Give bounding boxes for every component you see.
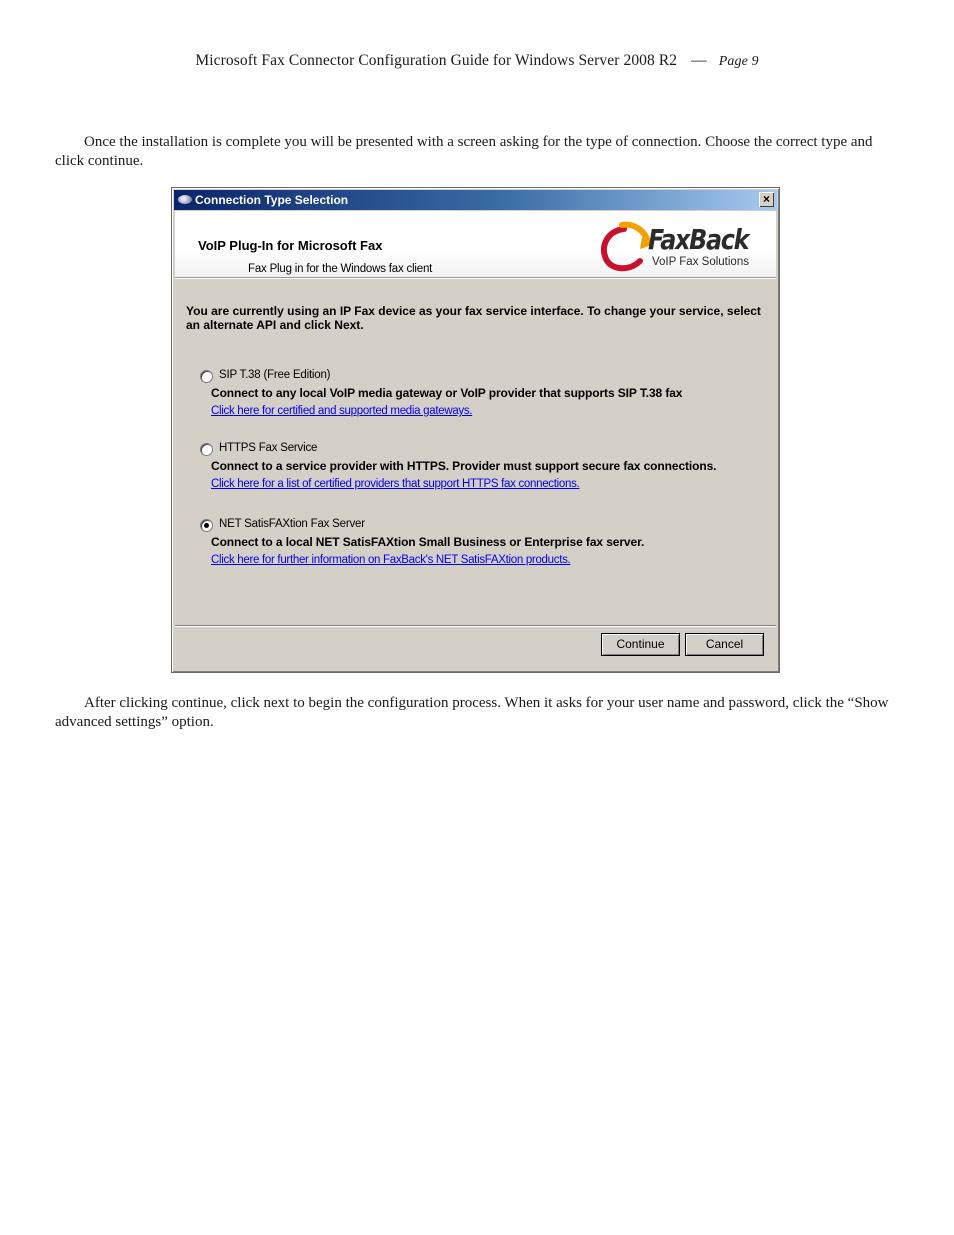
- option-description: Connect to any local VoIP media gateway …: [211, 386, 683, 400]
- document-title: Microsoft Fax Connector Configuration Gu…: [195, 52, 678, 69]
- option-label[interactable]: NET SatisFAXtion Fax Server: [219, 518, 365, 530]
- radio-sip-t38[interactable]: [200, 370, 213, 383]
- banner-title: VoIP Plug-In for Microsoft Fax: [198, 238, 383, 253]
- banner-subtitle: Fax Plug in for the Windows fax client: [248, 263, 433, 275]
- page-number: Page 9: [718, 54, 759, 69]
- radio-https-fax[interactable]: [200, 443, 213, 456]
- close-icon[interactable]: ×: [759, 192, 774, 207]
- option-description: Connect to a local NET SatisFAXtion Smal…: [211, 535, 645, 549]
- faxback-logo: FaxBack VoIP Fax Solutions: [596, 221, 756, 275]
- option-link[interactable]: Click here for further information on Fa…: [211, 554, 571, 566]
- page-header: Microsoft Fax Connector Configuration Gu…: [0, 52, 954, 70]
- dialog-banner: VoIP Plug-In for Microsoft Fax Fax Plug …: [175, 211, 776, 278]
- cancel-button[interactable]: Cancel: [685, 633, 764, 656]
- after-paragraph: After clicking continue, click next to b…: [55, 695, 889, 730]
- radio-net-satisfaxtion[interactable]: [200, 519, 213, 532]
- logo-swoosh-icon: [601, 221, 652, 272]
- header-dash: —: [691, 52, 707, 69]
- logo-tagline: VoIP Fax Solutions: [652, 256, 749, 268]
- option-label[interactable]: SIP T.38 (Free Edition): [219, 369, 331, 381]
- intro-paragraph: Once the installation is complete you wi…: [55, 134, 873, 169]
- app-icon: [178, 195, 192, 204]
- dialog-titlebar: Connection Type Selection ×: [174, 190, 777, 210]
- option-description: Connect to a service provider with HTTPS…: [211, 459, 717, 473]
- logo-brand: FaxBack: [648, 223, 749, 256]
- footer-divider: [175, 625, 776, 627]
- dialog-intro-text: You are currently using an IP Fax device…: [186, 304, 761, 332]
- option-link[interactable]: Click here for a list of certified provi…: [211, 478, 580, 490]
- dialog-title: Connection Type Selection: [195, 193, 349, 207]
- connection-type-dialog-screenshot: Connection Type Selection × VoIP Plug-In…: [171, 187, 780, 673]
- option-label[interactable]: HTTPS Fax Service: [219, 442, 317, 454]
- option-link[interactable]: Click here for certified and supported m…: [211, 405, 473, 417]
- continue-button[interactable]: Continue: [601, 633, 680, 656]
